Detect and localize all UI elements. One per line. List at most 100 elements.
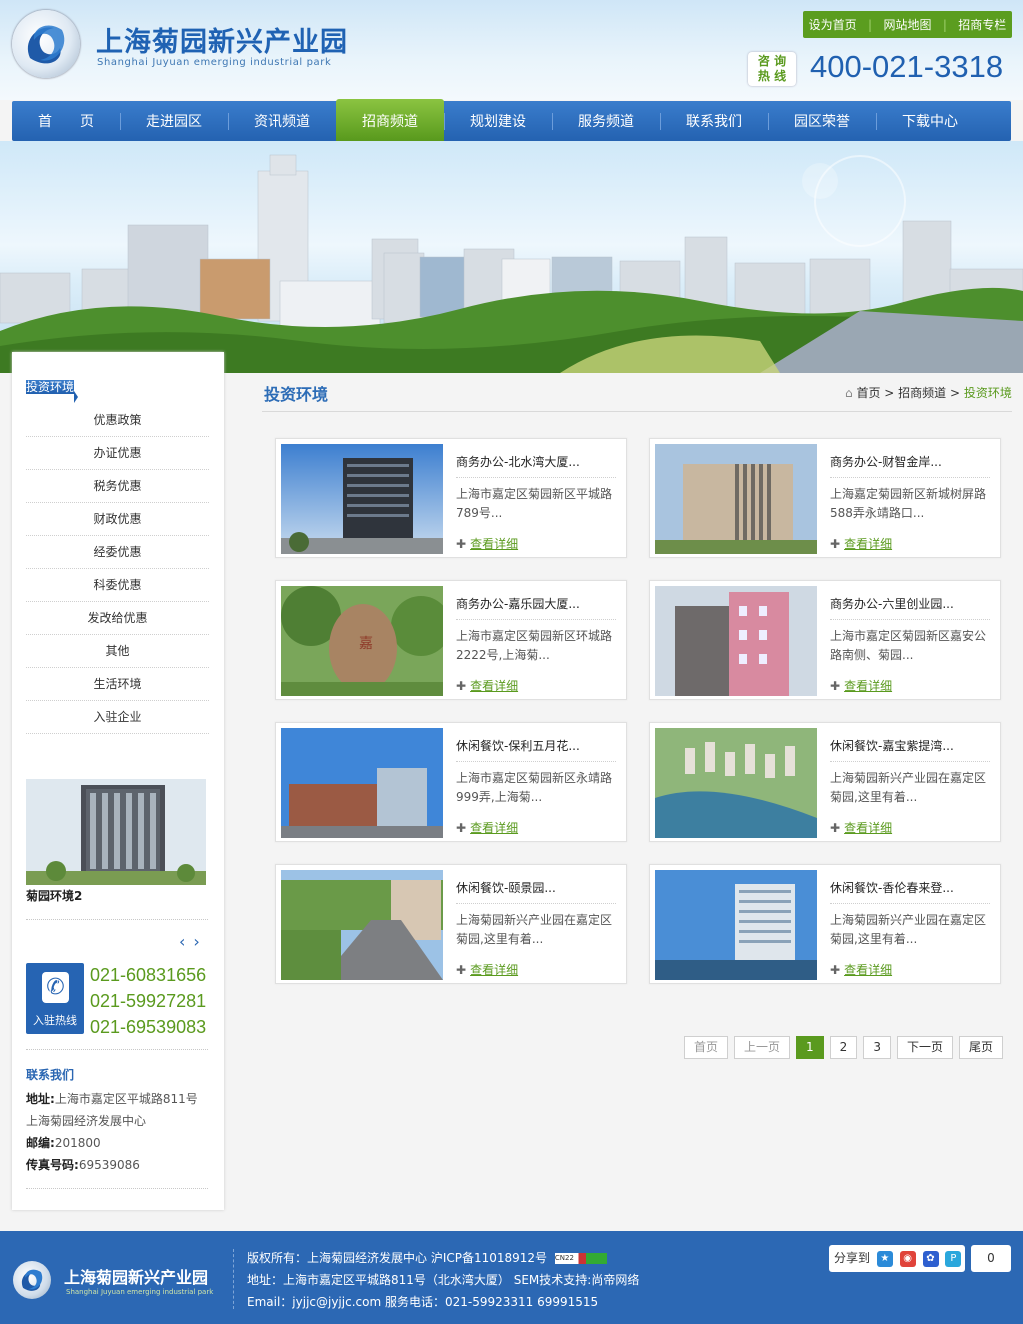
divider bbox=[456, 903, 616, 904]
footer-contact: Email：jyjjc@jyjjc.com 服务电话：021-59923311 … bbox=[247, 1295, 599, 1309]
plus-icon: ✚ bbox=[456, 963, 467, 977]
nav-news[interactable]: 资讯频道 bbox=[228, 101, 336, 141]
property-title[interactable]: 休闲餐饮-颐景园... bbox=[456, 879, 556, 896]
hotline-numbers: 021-60831656 021-59927281 021-69539083 bbox=[90, 962, 206, 1040]
sidebar-item-tax-benefits[interactable]: 税务优惠 bbox=[26, 470, 209, 503]
breadcrumb-separator: > bbox=[884, 386, 899, 400]
breadcrumb-investment[interactable]: 招商频道 bbox=[898, 386, 946, 400]
property-title[interactable]: 休闲餐饮-嘉宝紫提湾... bbox=[830, 737, 954, 754]
sidebar-menu: 投资环境 优惠政策 办证优惠 税务优惠 财政优惠 经委优惠 科委优惠 发改给优惠… bbox=[26, 371, 209, 734]
divider bbox=[26, 1049, 208, 1050]
sidebar-item-other[interactable]: 其他 bbox=[26, 635, 209, 668]
sidebar-item-preferential-policy[interactable]: 优惠政策 bbox=[26, 404, 209, 437]
divider bbox=[26, 919, 208, 920]
property-description: 上海嘉定菊园新区新城树屏路588弄永靖路口... bbox=[830, 487, 987, 520]
breadcrumb-separator: > bbox=[950, 386, 964, 400]
share-bar: 分享到 ★ ◉ ✿ P bbox=[829, 1245, 965, 1272]
cnzz-stats-icon[interactable]: CN22 bbox=[554, 1253, 607, 1264]
property-title[interactable]: 休闲餐饮-香伦春来登... bbox=[830, 879, 954, 896]
nav-investment[interactable]: 招商频道 bbox=[336, 99, 444, 143]
weibo-icon[interactable]: ◉ bbox=[899, 1250, 916, 1267]
property-photo[interactable] bbox=[655, 870, 817, 980]
phone-number: 021-69539083 bbox=[90, 1017, 207, 1037]
plus-icon: ✚ bbox=[830, 821, 841, 835]
nav-contact[interactable]: 联系我们 bbox=[660, 101, 768, 141]
sidebar-item-resident-companies[interactable]: 入驻企业 bbox=[26, 701, 209, 734]
property-card: 休闲餐饮-嘉宝紫提湾... 上海菊园新兴产业园在嘉定区菊园,这里有着... ✚ 查… bbox=[649, 722, 1001, 842]
property-title[interactable]: 商务办公-北水湾大厦... bbox=[456, 453, 580, 470]
set-homepage-link[interactable]: 设为首页 bbox=[809, 16, 857, 33]
property-photo[interactable] bbox=[655, 444, 817, 554]
nav-planning[interactable]: 规划建设 bbox=[444, 101, 552, 141]
view-details-link[interactable]: ✚ 查看详细 bbox=[456, 819, 518, 836]
investment-column-link[interactable]: 招商专栏 bbox=[958, 16, 1006, 33]
sidebar-item-economic-committee[interactable]: 经委优惠 bbox=[26, 536, 209, 569]
fax-label: 传真号码: bbox=[26, 1158, 79, 1172]
prev-page-button[interactable]: 上一页 bbox=[734, 1036, 791, 1059]
share-count: 0 bbox=[971, 1245, 1011, 1272]
footer-brand-en: Shanghai Juyuan emerging industrial park bbox=[66, 1288, 214, 1296]
last-page-button[interactable]: 尾页 bbox=[958, 1036, 1003, 1059]
sidebar-item-finance-benefits[interactable]: 财政优惠 bbox=[26, 503, 209, 536]
hotline-badge: 咨 询 热 线 bbox=[748, 52, 796, 86]
nav-services[interactable]: 服务频道 bbox=[552, 101, 660, 141]
view-details-link[interactable]: ✚ 查看详细 bbox=[830, 677, 892, 694]
nav-home[interactable]: 首 页 bbox=[12, 101, 120, 141]
page-title: 投资环境 bbox=[264, 385, 329, 404]
nav-downloads[interactable]: 下载中心 bbox=[876, 101, 984, 141]
property-photo[interactable] bbox=[281, 444, 443, 554]
park-logo[interactable] bbox=[12, 10, 80, 78]
divider bbox=[830, 761, 990, 762]
property-photo[interactable]: 嘉 bbox=[281, 586, 443, 696]
property-title[interactable]: 商务办公-六里创业园... bbox=[830, 595, 954, 612]
sidebar-item-license-benefits[interactable]: 办证优惠 bbox=[26, 437, 209, 470]
address-value: 上海市嘉定区平城路811号 bbox=[54, 1092, 198, 1106]
view-details-link[interactable]: ✚ 查看详细 bbox=[456, 961, 518, 978]
view-details-link[interactable]: ✚ 查看详细 bbox=[830, 961, 892, 978]
property-description: 上海菊园新兴产业园在嘉定区菊园,这里有着... bbox=[830, 913, 987, 946]
next-page-button[interactable]: 下一页 bbox=[896, 1036, 953, 1059]
environment-photo[interactable] bbox=[26, 779, 206, 885]
view-details-link[interactable]: ✚ 查看详细 bbox=[830, 819, 892, 836]
divider bbox=[830, 477, 990, 478]
property-photo[interactable] bbox=[281, 870, 443, 980]
sidebar-item-investment-environment[interactable]: 投资环境 bbox=[26, 380, 75, 399]
baidu-icon[interactable]: ✿ bbox=[922, 1250, 939, 1267]
page-3-button[interactable]: 3 bbox=[863, 1036, 891, 1059]
divider: | bbox=[942, 17, 947, 32]
qzone-icon[interactable]: ★ bbox=[876, 1250, 893, 1267]
property-description: 上海市嘉定区菊园新区永靖路999弄,上海菊... bbox=[456, 771, 613, 804]
sidebar-item-development-reform[interactable]: 发改给优惠 bbox=[26, 602, 209, 635]
prev-arrow-icon[interactable]: ‹ bbox=[179, 932, 193, 951]
view-details-link[interactable]: ✚ 查看详细 bbox=[830, 535, 892, 552]
breadcrumb-home[interactable]: 首页 bbox=[856, 386, 880, 400]
property-title[interactable]: 商务办公-财智金岸... bbox=[830, 453, 942, 470]
page-2-button[interactable]: 2 bbox=[829, 1036, 858, 1059]
site-header: 上海菊园新兴产业园 Shanghai Juyuan emerging indus… bbox=[0, 0, 1023, 100]
view-details-link[interactable]: ✚ 查看详细 bbox=[456, 677, 518, 694]
property-title[interactable]: 商务办公-嘉乐园大厦... bbox=[456, 595, 580, 612]
brand-name: 上海菊园新兴产业园 bbox=[96, 27, 348, 58]
zip-label: 邮编: bbox=[26, 1136, 55, 1150]
property-card: 商务办公-北水湾大厦... 上海市嘉定区菊园新区平城路789号... ✚ 查看详细 bbox=[275, 438, 627, 558]
sitemap-link[interactable]: 网站地图 bbox=[883, 16, 931, 33]
divider bbox=[456, 619, 616, 620]
property-photo[interactable] bbox=[281, 728, 443, 838]
plus-icon: ✚ bbox=[830, 537, 841, 551]
plus-icon: ✚ bbox=[456, 537, 467, 551]
first-page-button[interactable]: 首页 bbox=[684, 1036, 729, 1059]
property-title[interactable]: 休闲餐饮-保利五月花... bbox=[456, 737, 580, 754]
next-arrow-icon[interactable]: › bbox=[193, 932, 207, 951]
nav-honors[interactable]: 园区荣誉 bbox=[768, 101, 876, 141]
page-1-button[interactable]: 1 bbox=[796, 1036, 824, 1059]
view-details-link[interactable]: ✚ 查看详细 bbox=[456, 535, 518, 552]
sidebar-item-science-committee[interactable]: 科委优惠 bbox=[26, 569, 209, 602]
plus-icon: ✚ bbox=[456, 821, 467, 835]
property-photo[interactable] bbox=[655, 728, 817, 838]
property-photo[interactable] bbox=[655, 586, 817, 696]
top-links-bar: 设为首页 | 网站地图 | 招商专栏 bbox=[803, 11, 1012, 38]
nav-about-park[interactable]: 走进园区 bbox=[120, 101, 228, 141]
divider bbox=[233, 1249, 234, 1309]
sidebar-item-living-environment[interactable]: 生活环境 bbox=[26, 668, 209, 701]
more-share-icon[interactable]: P bbox=[945, 1250, 962, 1267]
